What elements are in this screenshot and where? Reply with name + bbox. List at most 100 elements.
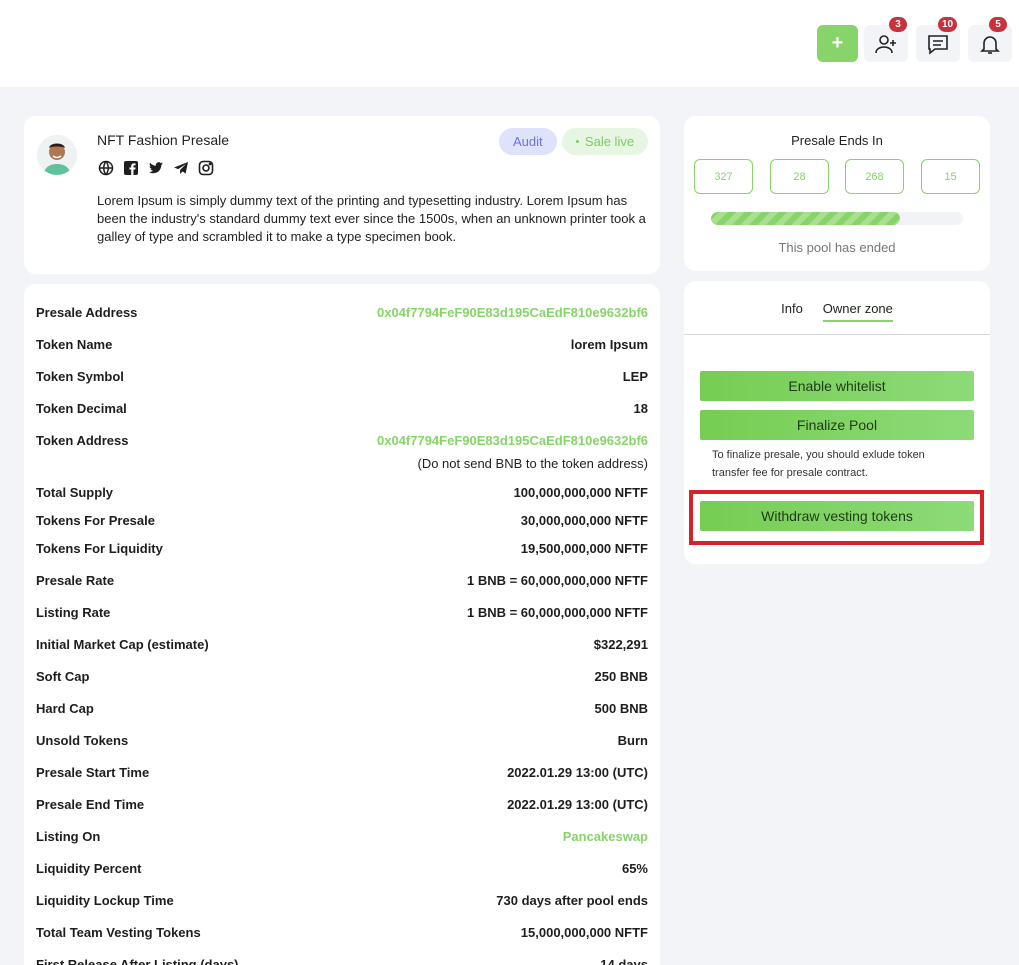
detail-row-token-symbol: Token Symbol LEP: [36, 366, 648, 386]
detail-row-listing-on: Listing On Pancakeswap: [36, 826, 648, 846]
add-button[interactable]: +: [817, 25, 858, 62]
token-address-note: (Do not send BNB to the token address): [417, 456, 648, 471]
detail-label: Listing Rate: [36, 604, 111, 620]
detail-row-hard-cap: Hard Cap 500 BNB: [36, 698, 648, 718]
detail-value: 730 days after pool ends: [496, 892, 648, 908]
chat-icon: [928, 34, 948, 55]
detail-row-tokens-for-liquidity: Tokens For Liquidity 19,500,000,000 NFTF: [36, 538, 648, 558]
listing-on-link[interactable]: Pancakeswap: [563, 829, 648, 844]
messages-badge: 10: [938, 17, 958, 32]
countdown-minutes: 268: [845, 159, 904, 194]
detail-label: Presale Address: [36, 304, 138, 320]
detail-label: Unsold Tokens: [36, 732, 129, 748]
highlight-box: [689, 490, 984, 545]
detail-label: Total Team Vesting Tokens: [36, 924, 201, 940]
detail-value: 19,500,000,000 NFTF: [520, 540, 648, 556]
tab-bar: Info Owner zone: [684, 301, 990, 322]
detail-value: 18: [633, 400, 648, 416]
detail-row-token-address: Token Address 0x04f7794FeF90E83d195CaEdF8…: [36, 430, 648, 450]
add-user-icon: [875, 34, 896, 53]
detail-row-token-decimal: Token Decimal 18: [36, 398, 648, 418]
token-address-link[interactable]: 0x04f7794FeF90E83d195CaEdF810e9632bf6: [377, 433, 648, 448]
detail-row-presale-address: Presale Address 0x04f7794FeF90E83d195CaEd…: [36, 302, 648, 322]
detail-value: 30,000,000,000 NFTF: [520, 512, 648, 528]
detail-row-token-name: Token Name lorem Ipsum: [36, 334, 648, 354]
detail-label: Tokens For Liquidity: [36, 540, 163, 556]
finalize-pool-button[interactable]: Finalize Pool: [700, 410, 974, 440]
pool-progress-fill: [711, 212, 900, 225]
detail-label: Presale End Time: [36, 796, 145, 812]
friend-requests-badge: 3: [889, 17, 907, 32]
tab-divider: [684, 334, 990, 335]
notifications-badge: 5: [989, 17, 1007, 32]
detail-value: LEP: [622, 368, 648, 384]
detail-label: Token Name: [36, 336, 113, 352]
detail-label: Total Supply: [36, 484, 114, 500]
detail-value: 250 BNB: [594, 668, 648, 684]
detail-row-presale-start: Presale Start Time 2022.01.29 13:00 (UTC): [36, 762, 648, 782]
notifications-button[interactable]: 5: [968, 17, 1012, 62]
detail-row-tokens-for-presale: Tokens For Presale 30,000,000,000 NFTF: [36, 510, 648, 530]
messages-button[interactable]: 10: [916, 17, 960, 62]
detail-label: First Release After Listing (days): [36, 956, 239, 965]
detail-row-total-supply: Total Supply 100,000,000,000 NFTF: [36, 482, 648, 502]
detail-row-presale-end: Presale End Time 2022.01.29 13:00 (UTC): [36, 794, 648, 814]
facebook-icon[interactable]: [122, 159, 139, 176]
detail-label: Soft Cap: [36, 668, 90, 684]
detail-row-liquidity-lockup: Liquidity Lockup Time 730 days after pool…: [36, 890, 648, 910]
countdown-days: 327: [694, 159, 753, 194]
detail-label: Tokens For Presale: [36, 512, 155, 528]
countdown-seconds: 15: [921, 159, 980, 194]
instagram-icon[interactable]: [197, 159, 214, 176]
detail-value: 14 days: [600, 956, 648, 965]
status-dot-icon: [575, 140, 579, 143]
project-description: Lorem Ipsum is simply dummy text of the …: [97, 193, 646, 244]
sale-status-badge: Sale live: [562, 128, 648, 155]
detail-label: Liquidity Percent: [36, 860, 142, 876]
bell-icon: [980, 35, 1000, 54]
detail-value: Burn: [617, 732, 648, 748]
project-card: NFT Fashion Presale Lorem Ipsum is simpl…: [24, 116, 660, 274]
detail-row-team-vesting: Total Team Vesting Tokens 15,000,000,000 …: [36, 922, 648, 942]
detail-label: Token Address: [36, 432, 129, 448]
detail-label: Liquidity Lockup Time: [36, 892, 174, 908]
countdown-title: Presale Ends In: [791, 133, 883, 148]
detail-label: Presale Start Time: [36, 764, 150, 780]
twitter-icon[interactable]: [147, 159, 164, 176]
detail-label: Hard Cap: [36, 700, 94, 716]
avatar: [37, 135, 77, 175]
detail-label: Listing On: [36, 828, 101, 844]
countdown-card: Presale Ends In 327 28 268 15 This pool …: [684, 116, 990, 271]
detail-label: Token Decimal: [36, 400, 127, 416]
globe-icon[interactable]: [97, 159, 114, 176]
friend-requests-button[interactable]: 3: [864, 17, 908, 62]
tab-info[interactable]: Info: [781, 301, 803, 322]
detail-row-unsold-tokens: Unsold Tokens Burn: [36, 730, 648, 750]
telegram-icon[interactable]: [172, 159, 189, 176]
detail-row-soft-cap: Soft Cap 250 BNB: [36, 666, 648, 686]
pool-status-text: This pool has ended: [778, 240, 896, 255]
detail-row-liquidity-percent: Liquidity Percent 65%: [36, 858, 648, 878]
detail-value: 15,000,000,000 NFTF: [520, 924, 648, 940]
enable-whitelist-button[interactable]: Enable whitelist: [700, 371, 974, 401]
project-name: NFT Fashion Presale: [97, 132, 230, 148]
detail-value: 100,000,000,000 NFTF: [513, 484, 648, 500]
presale-details-card: Presale Address 0x04f7794FeF90E83d195CaEd…: [24, 284, 660, 965]
detail-label: Initial Market Cap (estimate): [36, 636, 209, 652]
detail-value: lorem Ipsum: [570, 336, 648, 352]
detail-value: 1 BNB = 60,000,000,000 NFTF: [466, 604, 648, 620]
detail-value: 1 BNB = 60,000,000,000 NFTF: [466, 572, 648, 588]
tab-owner-zone[interactable]: Owner zone: [822, 301, 893, 322]
top-bar: + 3 10 5: [0, 0, 1019, 87]
pool-progress-bar: [711, 212, 963, 225]
presale-address-link[interactable]: 0x04f7794FeF90E83d195CaEdF810e9632bf6: [377, 305, 648, 320]
audit-badge[interactable]: Audit: [499, 128, 557, 155]
plus-icon: +: [831, 32, 844, 54]
detail-value: 65%: [621, 860, 648, 876]
detail-label: Presale Rate: [36, 572, 115, 588]
sale-status-label: Sale live: [584, 134, 635, 149]
detail-value: 500 BNB: [594, 700, 648, 716]
detail-label: Token Symbol: [36, 368, 124, 384]
detail-value: 2022.01.29 13:00 (UTC): [507, 764, 648, 780]
finalize-note: To finalize presale, you should exlude t…: [712, 449, 925, 479]
